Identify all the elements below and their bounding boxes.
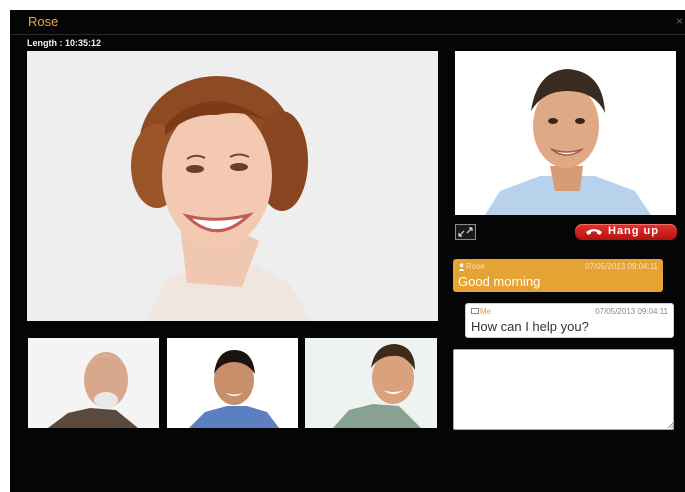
chat-input-field[interactable] <box>453 349 674 430</box>
call-length: Length : 10:35:12 <box>27 38 102 48</box>
hang-up-button[interactable]: Hang up <box>575 224 677 240</box>
message-text: Good morning <box>458 274 541 289</box>
young-man-portrait <box>167 338 298 428</box>
chat-message: Rose 07/05/2013 09:04:11 Good morning <box>453 259 663 292</box>
message-author: Rose <box>458 262 485 271</box>
chat-message: Me 07/05/2013 09:04:11 How can I help yo… <box>465 303 674 338</box>
message-timestamp: 07/05/2013 09:04:11 <box>595 307 668 316</box>
message-author: Me <box>471 307 491 316</box>
participant-thumbnail[interactable] <box>28 338 159 428</box>
call-window: Rose × Length : 10:35:12 Hang up Rose 07… <box>10 10 685 492</box>
participant-thumbnail[interactable] <box>305 338 437 428</box>
elderly-man-portrait <box>28 338 159 428</box>
person-icon <box>458 263 465 271</box>
phone-hangup-icon <box>586 229 602 235</box>
self-video-feed <box>455 51 676 215</box>
hang-up-label: Hang up <box>608 225 659 237</box>
participant-portrait <box>27 51 438 321</box>
title-bar: Rose × <box>10 10 685 35</box>
main-video-feed <box>27 51 438 321</box>
participant-thumbnail[interactable] <box>167 338 298 428</box>
resize-grip-icon[interactable] <box>667 421 675 429</box>
self-portrait <box>455 51 676 215</box>
close-icon[interactable]: × <box>676 14 683 28</box>
expand-icon[interactable] <box>455 224 476 240</box>
smiling-man-portrait <box>305 338 437 428</box>
window-title: Rose <box>28 14 59 29</box>
message-text: How can I help you? <box>471 319 589 334</box>
chat-bubble-icon <box>471 308 479 315</box>
message-timestamp: 07/05/2013 09:04:11 <box>585 262 658 271</box>
